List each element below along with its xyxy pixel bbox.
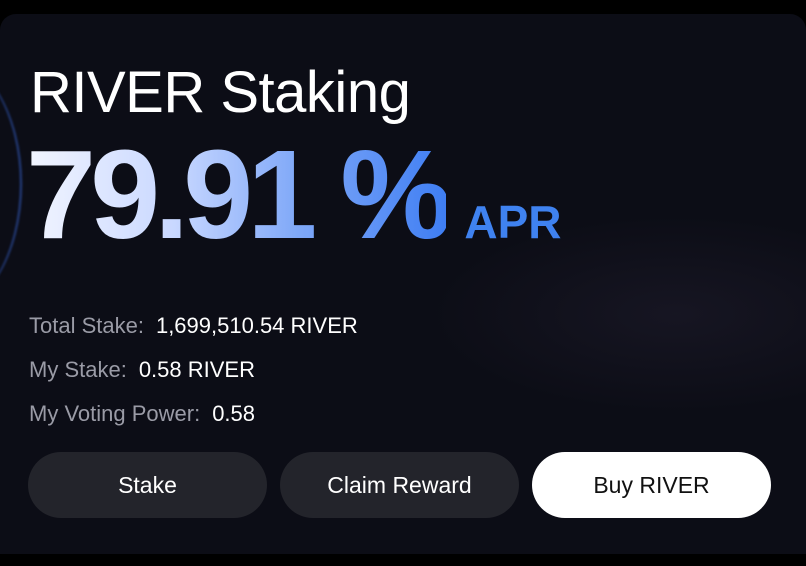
stats-list: Total Stake: 1,699,510.54 RIVER My Stake…	[29, 304, 358, 436]
buy-river-button[interactable]: Buy RIVER	[532, 452, 771, 518]
my-stake-value: 0.58 RIVER	[138, 357, 255, 382]
apr-value: 79.91 %	[26, 124, 452, 265]
voting-power-row: My Voting Power: 0.58	[29, 392, 358, 436]
voting-power-value: 0.58	[212, 401, 256, 426]
my-stake-row: My Stake: 0.58 RIVER	[29, 348, 358, 392]
total-stake-row: Total Stake: 1,699,510.54 RIVER	[29, 304, 358, 348]
my-stake-label: My Stake:	[29, 357, 127, 382]
staking-card: RIVER Staking 79.91 % APR Total Stake: 1…	[0, 14, 806, 554]
stake-button[interactable]: Stake	[28, 452, 267, 518]
voting-power-label: My Voting Power:	[29, 401, 201, 426]
action-buttons: Stake Claim Reward Buy RIVER	[28, 452, 771, 518]
apr-unit: APR	[464, 196, 562, 248]
total-stake-value: 1,699,510.54 RIVER	[155, 313, 358, 338]
total-stake-label: Total Stake:	[29, 313, 144, 338]
claim-reward-button[interactable]: Claim Reward	[280, 452, 519, 518]
apr-display: 79.91 % APR	[26, 132, 561, 258]
page-title: RIVER Staking	[30, 60, 411, 125]
